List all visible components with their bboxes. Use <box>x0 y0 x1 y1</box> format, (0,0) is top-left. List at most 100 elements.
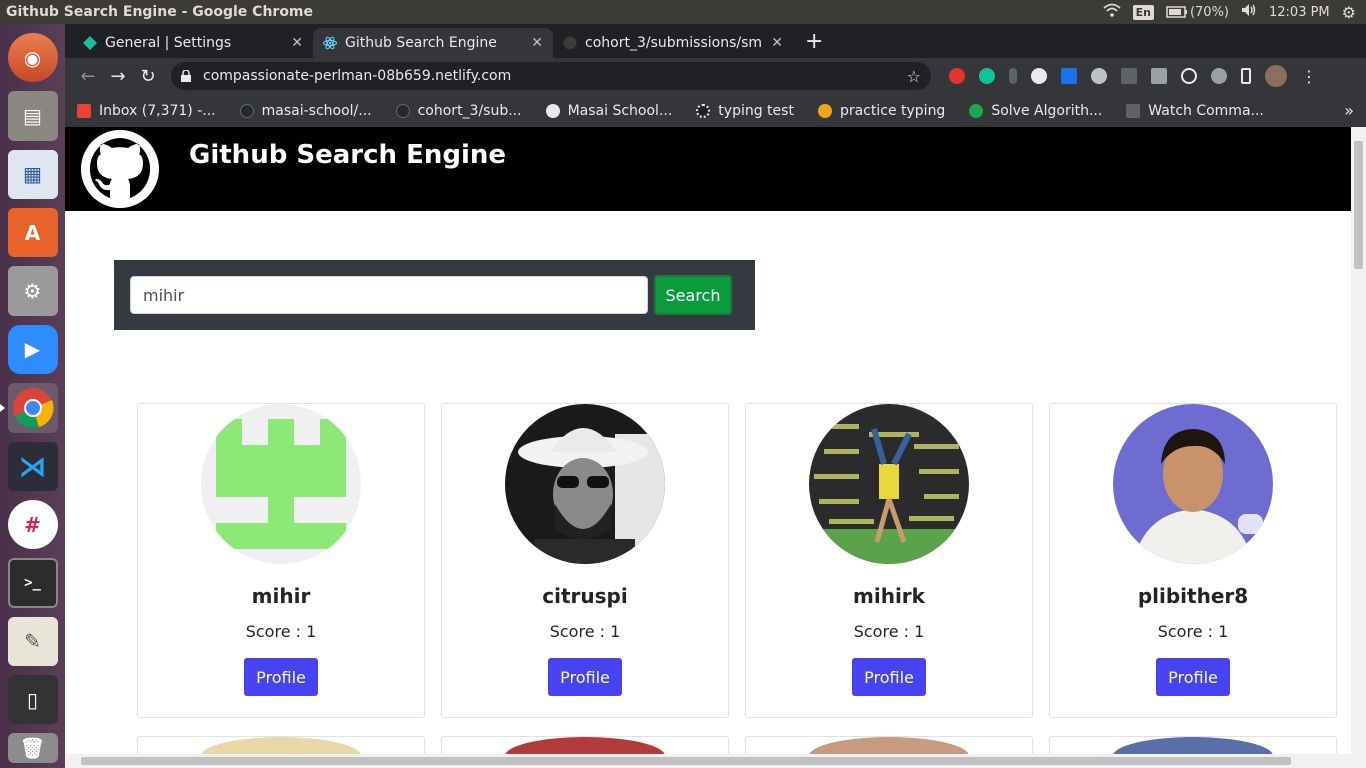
chrome-icon[interactable] <box>0 383 58 433</box>
bookmark-label: masai-school/... <box>261 102 372 119</box>
window-title: Github Search Engine - Google Chrome <box>6 4 314 20</box>
profile-button[interactable]: Profile <box>1156 658 1230 696</box>
close-icon[interactable]: ✕ <box>531 35 543 51</box>
search-button[interactable]: Search <box>654 275 732 315</box>
slack-icon[interactable]: # <box>7 499 58 550</box>
forward-icon[interactable]: → <box>103 66 133 87</box>
cloud-ext-icon[interactable] <box>1211 68 1227 84</box>
scroll-thumb[interactable] <box>81 757 1291 765</box>
zoom-icon[interactable]: ▶ <box>7 324 58 375</box>
user-avatar-photo <box>201 737 361 754</box>
screenshot-ext-icon[interactable] <box>1121 68 1137 84</box>
phone-ext-icon[interactable] <box>1241 68 1251 84</box>
web-page: Github Search Engine Search mihir <box>65 127 1351 754</box>
user-score: Score : 1 <box>1157 622 1229 641</box>
software-center-icon[interactable]: A <box>7 208 58 258</box>
user-avatar-photo <box>1113 737 1273 754</box>
close-icon[interactable]: ✕ <box>291 35 303 51</box>
bookmark-masai-school[interactable]: masai-school/... <box>239 102 372 119</box>
tab-github-search[interactable]: Github Search Engine ✕ <box>313 28 553 58</box>
browser-chrome: General | Settings ✕ Github Search Engin… <box>65 24 1366 127</box>
user-avatar-photo <box>809 737 969 754</box>
new-tab-button[interactable]: + <box>805 29 823 54</box>
text-editor-icon[interactable]: ✎ <box>7 616 58 666</box>
grammarly-ext-icon[interactable] <box>949 68 965 84</box>
scroll-thumb[interactable] <box>1354 141 1363 269</box>
tab-label: cohort_3/submissions/sm <box>585 35 763 51</box>
back-icon[interactable]: ← <box>73 66 103 87</box>
gear-icon[interactable]: ⚙ <box>1342 3 1356 22</box>
user-login: mihir <box>251 584 311 608</box>
clock[interactable]: 12:03 PM <box>1269 5 1330 20</box>
settings-icon[interactable]: ⚙ <box>7 266 58 316</box>
results-grid: mihir Score : 1 Profile citruspi Score:… <box>137 403 1337 754</box>
lock-icon <box>181 70 191 82</box>
target-ext-icon[interactable] <box>1181 68 1197 84</box>
profile-button[interactable]: Profile <box>852 658 926 696</box>
circle-ext-icon[interactable] <box>1091 68 1107 84</box>
file-manager-icon[interactable]: ▤ <box>7 91 58 141</box>
github-icon <box>395 103 410 118</box>
user-card <box>441 736 729 754</box>
bookmark-masai[interactable]: Masai School... <box>545 102 673 119</box>
user-avatar-photo <box>505 737 665 754</box>
user-avatar-photo <box>1113 404 1273 564</box>
record-ext-icon[interactable] <box>1031 68 1047 84</box>
keyboard-layout[interactable]: En <box>1132 4 1154 20</box>
battery-icon[interactable]: (70%) <box>1166 5 1229 20</box>
reload-icon[interactable]: ↻ <box>133 66 163 87</box>
tab-cohort[interactable]: cohort_3/submissions/sm ✕ <box>553 28 793 58</box>
bookmark-solve-algorithms[interactable]: Solve Algorith... <box>969 103 1102 119</box>
system-tray: En (70%) 12:03 PM ⚙ <box>1103 3 1366 22</box>
user-avatar-identicon <box>201 404 361 564</box>
bookmark-inbox[interactable]: Inbox (7,371) -... <box>77 103 216 119</box>
page-title: Github Search Engine <box>189 140 507 170</box>
code-ext-icon[interactable] <box>1151 68 1167 84</box>
hackerrank-icon <box>969 103 984 118</box>
search-panel: Search <box>114 260 755 330</box>
bookmark-label: typing test <box>718 102 794 119</box>
user-login: citruspi <box>542 584 628 608</box>
vscode-icon[interactable]: ⋊ <box>7 441 58 491</box>
avatar[interactable] <box>1265 65 1287 87</box>
bookmarks-overflow-icon[interactable]: » <box>1344 101 1354 120</box>
address-bar[interactable]: compassionate-perlman-08b659.netlify.com… <box>171 62 931 90</box>
grammarly-g-icon[interactable] <box>979 68 995 84</box>
user-avatar-photo <box>505 404 665 564</box>
search-input[interactable] <box>130 276 648 314</box>
battery-level: (70%) <box>1189 4 1229 20</box>
tab-label: Github Search Engine <box>345 35 497 51</box>
tab-label: General | Settings <box>105 35 232 51</box>
bookmark-practice-typing[interactable]: practice typing <box>817 102 946 119</box>
bookmark-watch[interactable]: Watch Comma... <box>1126 103 1264 119</box>
user-card <box>1049 736 1337 754</box>
paw-icon <box>696 103 711 118</box>
menu-icon[interactable]: ⋮ <box>1301 67 1317 86</box>
bookmark-label: Masai School... <box>567 102 673 119</box>
ubuntu-dash-icon[interactable]: ◉ <box>7 33 58 83</box>
bookmark-typing-test[interactable]: typing test <box>696 103 794 119</box>
close-icon[interactable]: ✕ <box>771 35 783 51</box>
horizontal-scrollbar[interactable] <box>65 754 1366 768</box>
trash-icon[interactable]: 🗑 <box>7 733 58 763</box>
profile-button[interactable]: Profile <box>244 658 318 696</box>
translate-ext-icon[interactable] <box>1061 68 1077 84</box>
tab-settings[interactable]: General | Settings ✕ <box>73 28 313 58</box>
vertical-scrollbar[interactable] <box>1351 127 1366 754</box>
writer-icon[interactable]: ▦ <box>7 149 58 200</box>
settings-favicon <box>83 36 97 50</box>
user-card: citruspi Score : 1 Profile <box>441 403 729 718</box>
wifi-icon[interactable] <box>1103 3 1121 21</box>
bookmark-star-icon[interactable]: ☆ <box>907 67 921 86</box>
profile-button[interactable]: Profile <box>548 658 622 696</box>
bookmark-label: Solve Algorith... <box>991 102 1103 119</box>
bookmark-cohort[interactable]: cohort_3/sub... <box>395 103 522 119</box>
react-favicon <box>323 36 337 50</box>
bookmark-label: practice typing <box>839 102 946 119</box>
mic-icon[interactable] <box>1009 68 1017 84</box>
terminal-icon[interactable]: >_ <box>7 558 58 608</box>
phone-icon[interactable]: ▯ <box>7 675 58 725</box>
volume-icon[interactable] <box>1241 3 1257 21</box>
extensions: ⋮ <box>949 65 1317 87</box>
user-card: mihirk Score : 1 Profile <box>745 403 1033 718</box>
